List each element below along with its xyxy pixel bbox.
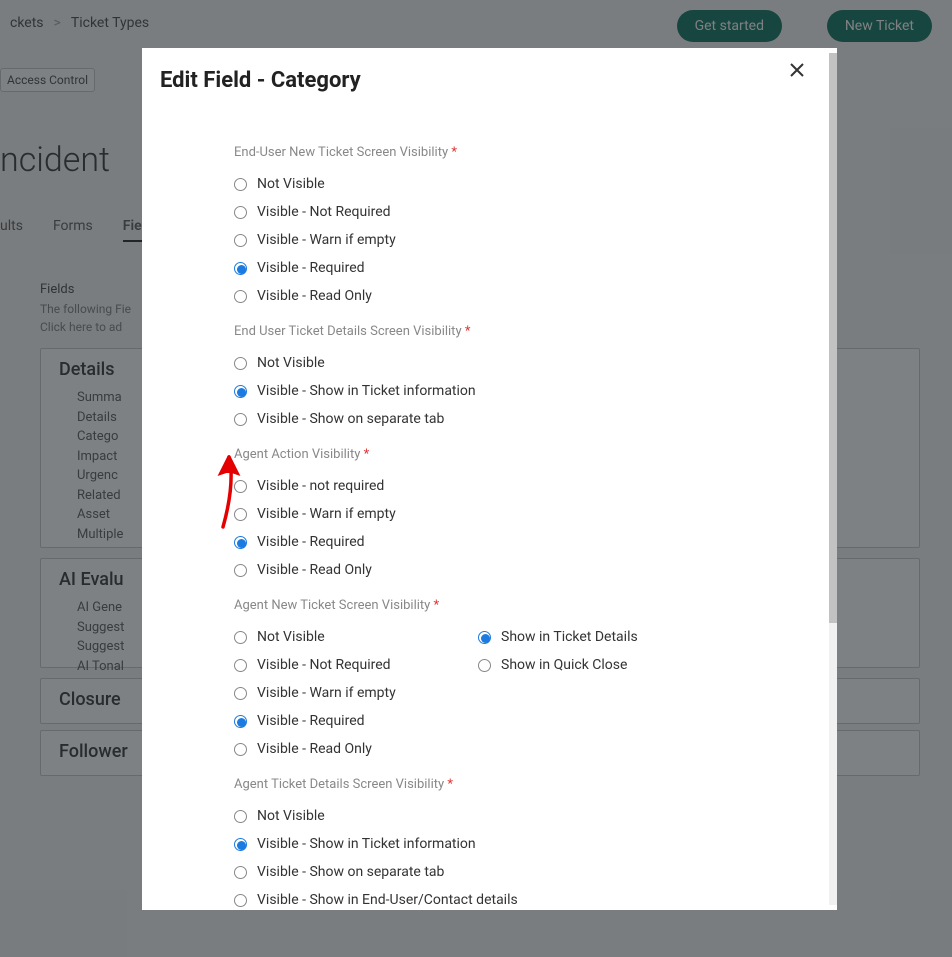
radio-agent-details-not-visible[interactable]: Not Visible: [234, 802, 702, 830]
radio-icon: [234, 262, 247, 275]
group-label-agent-details: Agent Ticket Details Screen Visibility *: [234, 777, 702, 792]
radio-agent-action-required[interactable]: Visible - Required: [234, 528, 702, 556]
radio-agent-new-readonly[interactable]: Visible - Read Only: [234, 735, 458, 763]
radio-icon: [234, 687, 247, 700]
radio-agent-new-show-quick-close[interactable]: Show in Quick Close: [478, 651, 702, 679]
radio-icon: [234, 838, 247, 851]
radio-agent-new-not-visible[interactable]: Not Visible: [234, 623, 458, 651]
modal-content: Edit Field - Category End-User New Ticke…: [142, 48, 829, 910]
radio-agent-new-not-required[interactable]: Visible - Not Required: [234, 651, 458, 679]
radio-icon: [234, 715, 247, 728]
modal-title: Edit Field - Category: [142, 48, 829, 97]
radio-icon: [234, 894, 247, 907]
radio-agent-action-readonly[interactable]: Visible - Read Only: [234, 556, 702, 584]
radio-eu-details-ticket-info[interactable]: Visible - Show in Ticket information: [234, 377, 702, 405]
radio-icon: [234, 659, 247, 672]
radio-eu-new-not-required[interactable]: Visible - Not Required: [234, 198, 702, 226]
radio-icon: [478, 631, 491, 644]
group-label-agent-new: Agent New Ticket Screen Visibility *: [234, 598, 702, 613]
radio-agent-action-warn[interactable]: Visible - Warn if empty: [234, 500, 702, 528]
edit-field-modal: Edit Field - Category End-User New Ticke…: [142, 48, 837, 910]
radio-icon: [234, 564, 247, 577]
radio-agent-details-ticket-info[interactable]: Visible - Show in Ticket information: [234, 830, 702, 858]
radio-agent-new-warn[interactable]: Visible - Warn if empty: [234, 679, 458, 707]
radio-eu-new-not-visible[interactable]: Not Visible: [234, 170, 702, 198]
background-page: ckets > Ticket Types Get started New Tic…: [0, 0, 952, 957]
radio-icon: [234, 631, 247, 644]
radio-icon: [234, 810, 247, 823]
radio-eu-details-not-visible[interactable]: Not Visible: [234, 349, 702, 377]
radio-icon: [234, 536, 247, 549]
close-button[interactable]: [789, 62, 805, 78]
radio-agent-action-not-required[interactable]: Visible - not required: [234, 472, 702, 500]
radio-icon: [234, 508, 247, 521]
radio-agent-details-enduser-contact[interactable]: Visible - Show in End-User/Contact detai…: [234, 886, 702, 910]
radio-eu-new-required[interactable]: Visible - Required: [234, 254, 702, 282]
radio-icon: [234, 357, 247, 370]
close-icon: [789, 62, 805, 78]
radio-eu-new-readonly[interactable]: Visible - Read Only: [234, 282, 702, 310]
radio-icon: [234, 866, 247, 879]
radio-icon: [234, 743, 247, 756]
scrollbar-thumb[interactable]: [829, 53, 837, 623]
group-label-eu-new: End-User New Ticket Screen Visibility *: [234, 145, 702, 160]
radio-icon: [478, 659, 491, 672]
radio-agent-new-show-ticket-details[interactable]: Show in Ticket Details: [478, 623, 702, 651]
group-label-eu-details: End User Ticket Details Screen Visibilit…: [234, 324, 702, 339]
radio-icon: [234, 206, 247, 219]
radio-agent-new-required[interactable]: Visible - Required: [234, 707, 458, 735]
radio-eu-details-separate-tab[interactable]: Visible - Show on separate tab: [234, 405, 702, 433]
radio-icon: [234, 480, 247, 493]
radio-icon: [234, 178, 247, 191]
modal-form: End-User New Ticket Screen Visibility * …: [142, 97, 702, 910]
radio-eu-new-warn[interactable]: Visible - Warn if empty: [234, 226, 702, 254]
radio-agent-details-separate-tab[interactable]: Visible - Show on separate tab: [234, 858, 702, 886]
radio-icon: [234, 234, 247, 247]
radio-icon: [234, 413, 247, 426]
radio-icon: [234, 290, 247, 303]
radio-icon: [234, 385, 247, 398]
group-label-agent-action: Agent Action Visibility *: [234, 447, 702, 462]
